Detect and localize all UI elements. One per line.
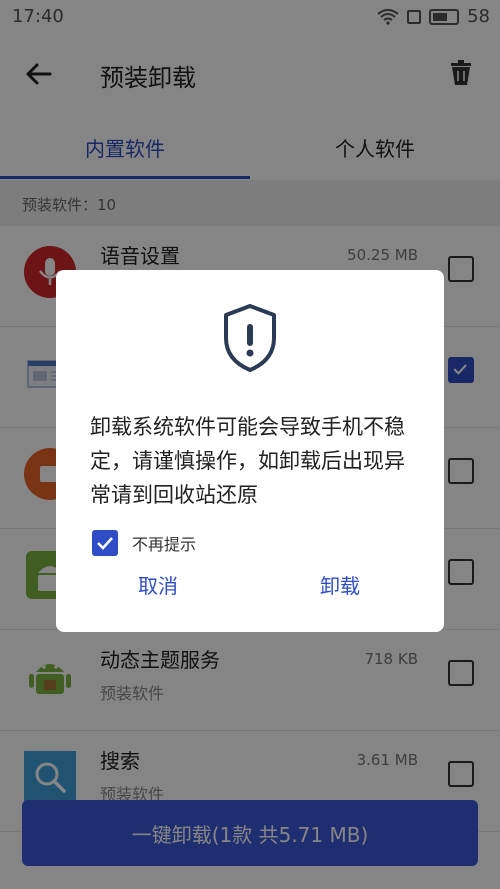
dialog-message: 卸载系统软件可能会导致手机不稳定，请谨慎操作，如卸载后出现异常请到回收站还原 (90, 415, 405, 507)
screen: 17:40 58 预装卸载 内置软件 个人软件 预装软件：10 语音设置 50.… (0, 0, 500, 889)
dont-remind-option[interactable]: 不再提示 (92, 530, 196, 556)
warning-dialog: 卸载系统软件可能会导致手机不稳定，请谨慎操作，如卸载后出现异常请到回收站还原 不… (56, 270, 444, 632)
dont-remind-label: 不再提示 (132, 535, 197, 554)
shield-warning-icon (224, 304, 276, 372)
cancel-button[interactable]: 取消 (138, 570, 178, 604)
uninstall-button[interactable]: 卸载 (320, 570, 360, 604)
dont-remind-checkbox[interactable] (92, 530, 118, 556)
checkmark-icon (97, 537, 113, 550)
